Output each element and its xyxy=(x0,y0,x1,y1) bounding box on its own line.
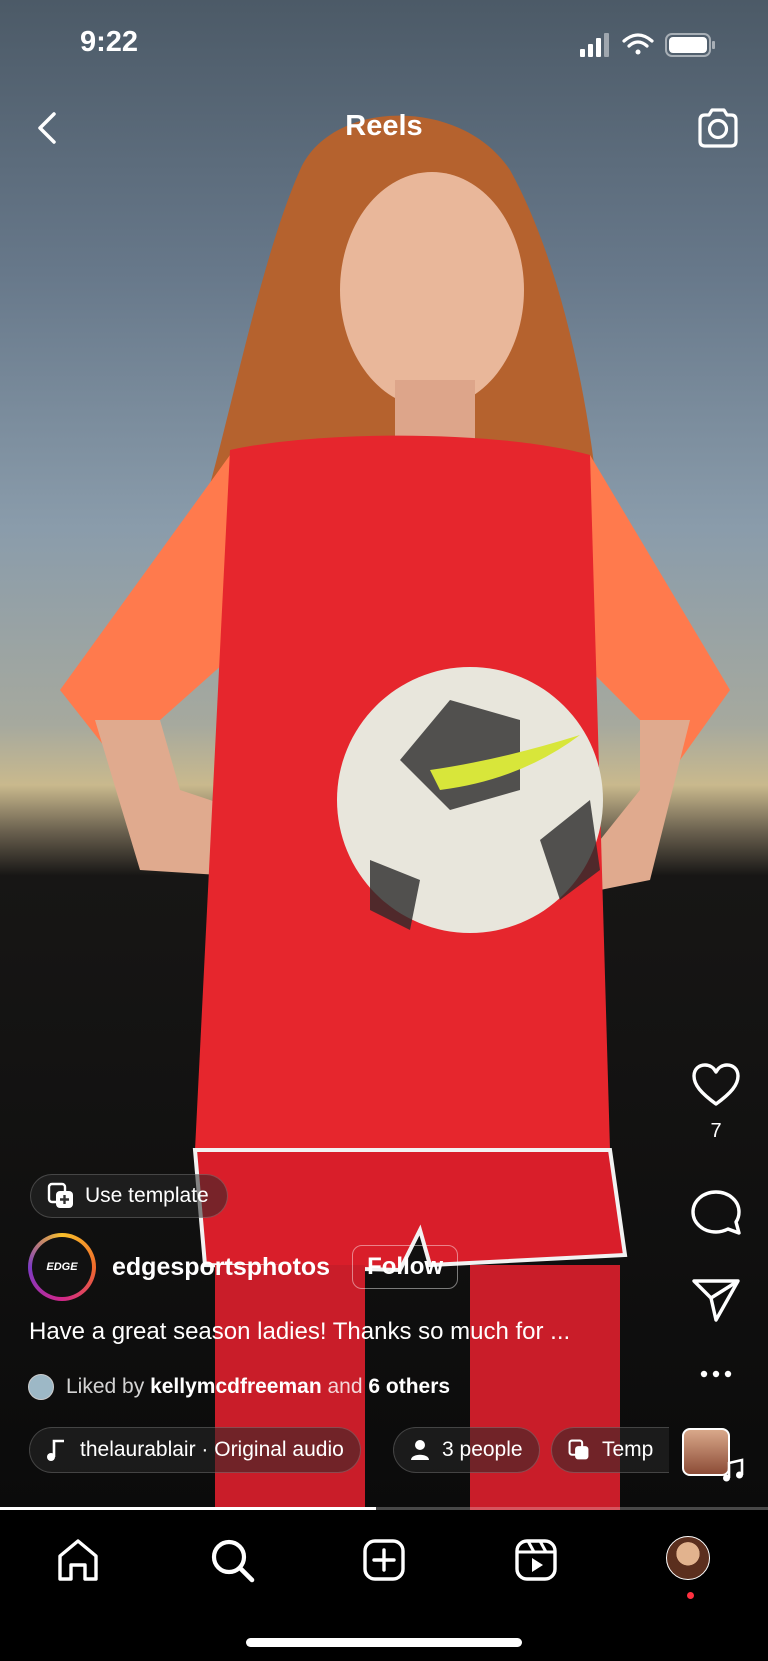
status-icons xyxy=(580,33,715,57)
liked-by-others[interactable]: 6 others xyxy=(368,1375,450,1399)
template-chip[interactable]: Temp xyxy=(551,1427,669,1473)
liked-by-user[interactable]: kellymcdfreeman xyxy=(150,1375,322,1399)
template-icon xyxy=(47,1182,73,1208)
avatar[interactable]: EDGE xyxy=(28,1233,96,1301)
heart-icon[interactable] xyxy=(691,1062,741,1108)
music-note-icon xyxy=(723,1458,744,1482)
person-icon xyxy=(411,1440,429,1460)
liked-by-joiner: and xyxy=(327,1375,363,1398)
post-caption[interactable]: Have a great season ladies! Thanks so mu… xyxy=(29,1318,629,1346)
notification-dot xyxy=(687,1592,694,1599)
profile-avatar xyxy=(666,1536,710,1580)
use-template-label: Use template xyxy=(85,1184,209,1207)
search-icon[interactable] xyxy=(208,1536,256,1584)
template-chip-label: Temp xyxy=(602,1438,654,1461)
audio-chip[interactable]: thelaurablair · Original audio xyxy=(29,1427,361,1473)
template-icon xyxy=(568,1439,589,1460)
avatar-logo: EDGE xyxy=(32,1237,92,1297)
wifi-icon xyxy=(622,33,654,55)
home-icon[interactable] xyxy=(54,1536,102,1584)
follow-button[interactable]: Follow xyxy=(352,1245,459,1289)
use-template-button[interactable]: Use template xyxy=(30,1174,228,1218)
audio-chip-label: thelaurablair · Original audio xyxy=(80,1438,344,1461)
liker-avatar xyxy=(28,1374,54,1400)
music-note-icon xyxy=(47,1439,64,1461)
reels-icon[interactable] xyxy=(512,1536,560,1584)
status-time: 9:22 xyxy=(80,26,139,58)
like-action: 7 xyxy=(686,1062,746,1143)
profile-tab[interactable] xyxy=(666,1536,714,1599)
cellular-signal-icon xyxy=(580,33,609,57)
comment-icon[interactable] xyxy=(686,1188,746,1238)
more-options-icon[interactable] xyxy=(686,1366,746,1382)
liked-by-row[interactable]: Liked by kellymcdfreeman and 6 others xyxy=(28,1374,450,1400)
info-chips-row: thelaurablair · Original audio 3 people … xyxy=(29,1427,669,1475)
create-post-icon[interactable] xyxy=(360,1536,408,1584)
reels-screen: 9:22 Reels 7 Use template EDGE edgesport… xyxy=(0,0,768,1661)
people-chip-label: 3 people xyxy=(442,1438,523,1461)
status-bar: 9:22 xyxy=(0,24,768,64)
home-indicator xyxy=(246,1638,522,1647)
like-count[interactable]: 7 xyxy=(686,1120,746,1143)
username[interactable]: edgesportsphotos xyxy=(112,1253,330,1282)
camera-icon[interactable] xyxy=(694,104,742,152)
share-send-icon[interactable] xyxy=(686,1276,746,1324)
people-chip[interactable]: 3 people xyxy=(393,1427,540,1473)
battery-icon xyxy=(665,33,715,57)
post-account-row: EDGE edgesportsphotos Follow xyxy=(28,1232,459,1302)
page-title: Reels xyxy=(345,110,423,142)
reels-header: Reels xyxy=(0,100,768,156)
liked-by-prefix: Liked by xyxy=(66,1375,145,1398)
